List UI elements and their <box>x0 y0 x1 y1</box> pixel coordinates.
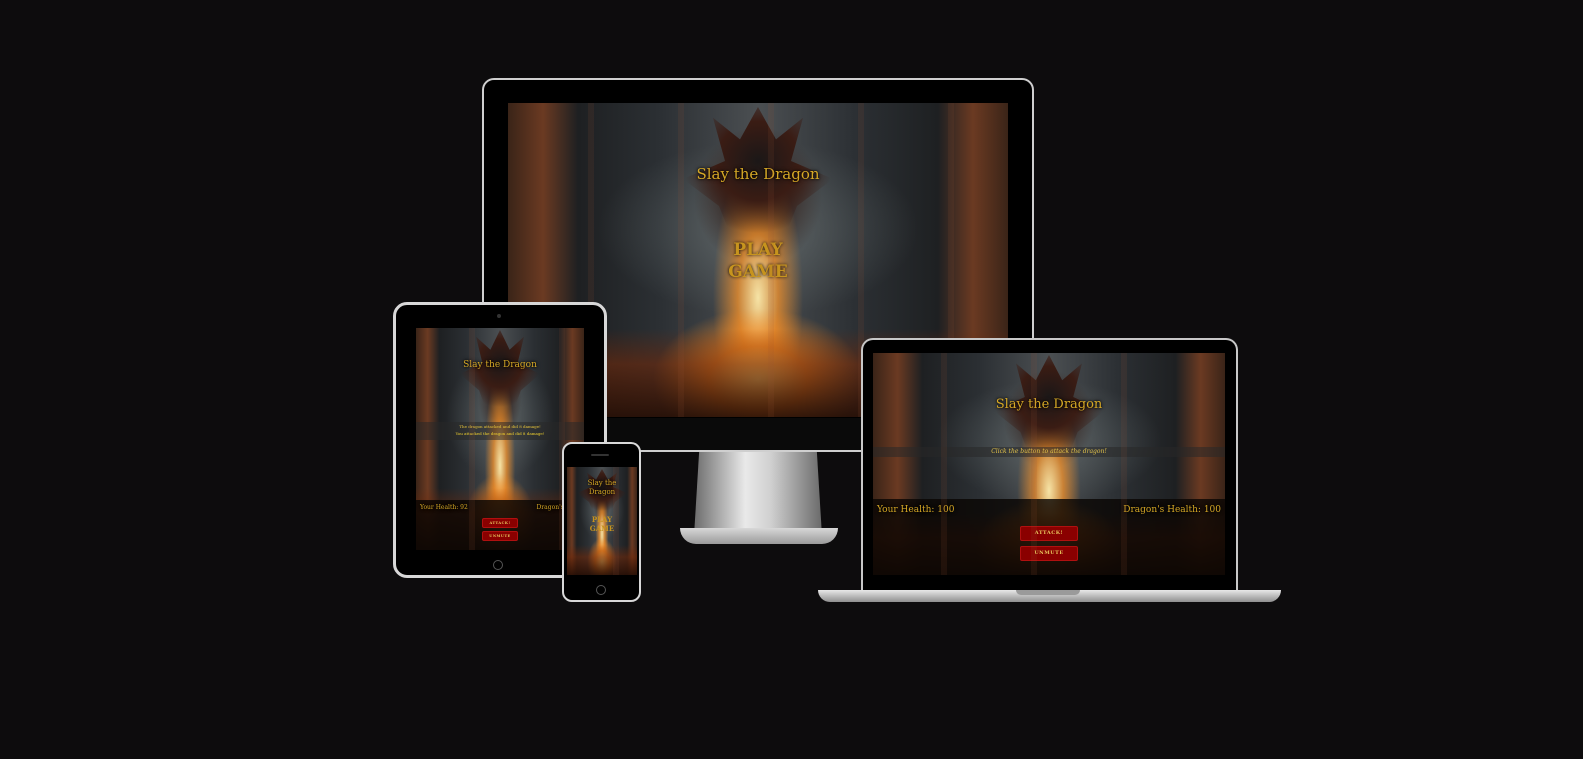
tablet-home-button[interactable] <box>493 560 503 570</box>
status-bar: Your Health: 92 Dragon's Heal ATTACK! UN… <box>416 500 584 550</box>
dragon-image <box>577 469 627 529</box>
dragon-attack-message: The dragon attacked and did 8 damage! <box>459 424 541 429</box>
phone-speaker <box>591 454 609 456</box>
tablet-camera <box>497 314 501 318</box>
play-label-line1: PLAY <box>591 515 613 524</box>
play-label-line1: PLAY <box>733 240 783 260</box>
play-game-button[interactable]: PLAY GAME <box>713 239 803 283</box>
message-band: The dragon attacked and did 8 damage! Yo… <box>416 422 584 440</box>
your-health: Your Health: 100 <box>877 505 955 515</box>
status-bar: Your Health: 100 Dragon's Health: 100 AT… <box>873 499 1225 575</box>
phone-screen: Slay the Dragon PLAY GAME <box>567 467 637 575</box>
dragon-image <box>683 107 833 287</box>
attack-button[interactable]: ATTACK! <box>1020 526 1078 541</box>
player-attack-message: You attacked the dragon and did 8 damage… <box>455 431 545 436</box>
laptop-notch <box>1016 590 1080 595</box>
game-title: Slay the Dragon <box>567 479 637 497</box>
play-label-line2: GAME <box>589 524 615 533</box>
play-label-line2: GAME <box>728 262 788 282</box>
message-band: Click the button to attack the dragon! <box>873 447 1225 457</box>
laptop-screen: Slay the Dragon Click the button to atta… <box>873 353 1225 575</box>
monitor-stand-base <box>680 528 838 544</box>
game-title: Slay the Dragon <box>463 360 537 370</box>
phone-home-button[interactable] <box>596 585 606 595</box>
unmute-button[interactable]: UNMUTE <box>482 531 518 541</box>
game-title: Slay the Dragon <box>995 397 1103 412</box>
dragon-image <box>460 330 540 440</box>
attack-button[interactable]: ATTACK! <box>482 518 518 528</box>
game-title: Slay the Dragon <box>696 165 820 183</box>
your-health: Your Health: 92 <box>420 504 468 511</box>
game-title-line1: Slay the <box>587 479 617 487</box>
play-game-button[interactable]: PLAY GAME <box>587 515 617 533</box>
monitor-stand <box>694 452 822 536</box>
tablet-screen: Slay the Dragon The dragon attacked and … <box>416 328 584 550</box>
dragon-image <box>994 355 1104 495</box>
game-title-line2: Dragon <box>588 488 616 496</box>
dragon-health: Dragon's Health: 100 <box>1123 505 1221 515</box>
unmute-button[interactable]: UNMUTE <box>1020 546 1078 561</box>
instruction-text: Click the button to attack the dragon! <box>991 448 1107 455</box>
